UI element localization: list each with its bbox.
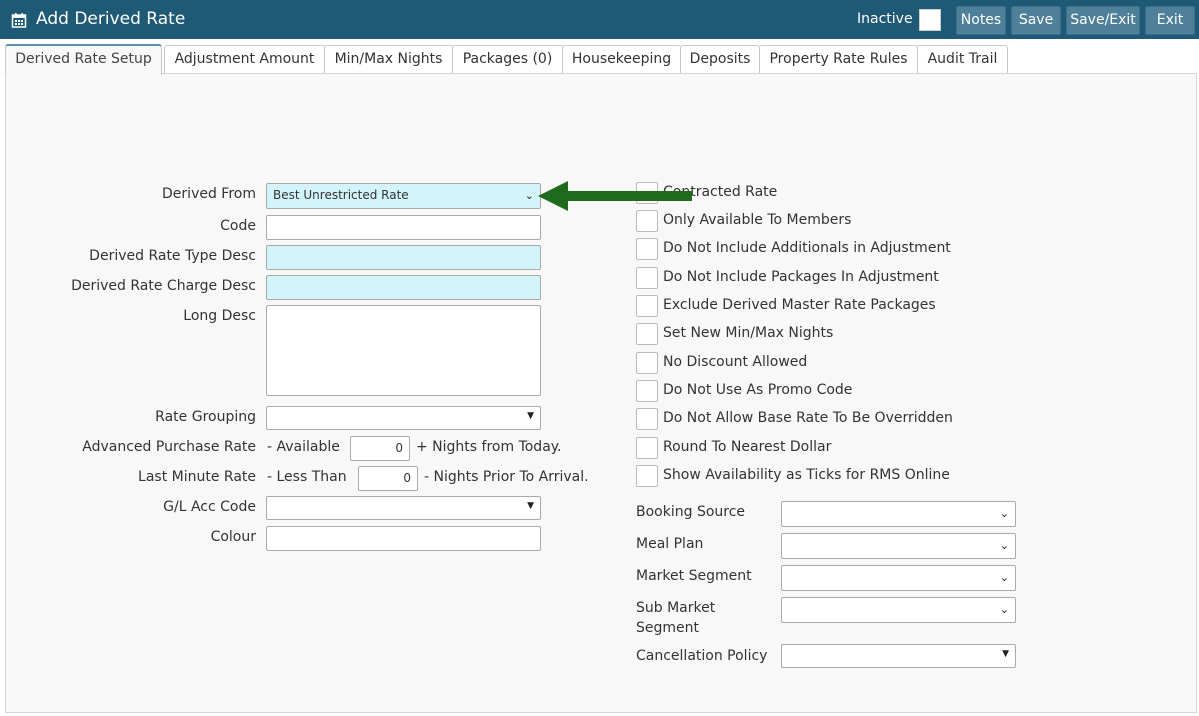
advanced-purchase-input[interactable]: 0: [350, 436, 410, 461]
tab-min-max-nights[interactable]: Min/Max Nights: [324, 45, 453, 74]
long-desc-textarea[interactable]: [266, 305, 541, 396]
sub-market-segment-label-line2: Segment: [636, 620, 699, 636]
charge-desc-label: Derived Rate Charge Desc: [71, 278, 256, 294]
exclude-packages-label: Do Not Include Packages In Adjustment: [663, 269, 939, 285]
tab-packages[interactable]: Packages (0): [452, 45, 563, 74]
members-only-checkbox[interactable]: [636, 210, 658, 232]
gl-acc-code-select[interactable]: ▼: [266, 496, 541, 520]
save-button[interactable]: Save: [1011, 6, 1061, 35]
tab-property-rate-rules[interactable]: Property Rate Rules: [759, 45, 918, 74]
market-segment-label: Market Segment: [636, 568, 752, 584]
advanced-purchase-suffix: + Nights from Today.: [416, 439, 562, 455]
window-title: Add Derived Rate: [36, 9, 186, 29]
code-label: Code: [220, 218, 256, 234]
no-promo-code-checkbox[interactable]: [636, 380, 658, 402]
round-dollar-label: Round To Nearest Dollar: [663, 439, 832, 455]
rate-grouping-label: Rate Grouping: [155, 409, 256, 425]
code-input[interactable]: [266, 215, 541, 240]
colour-input[interactable]: [266, 526, 541, 551]
no-override-label: Do Not Allow Base Rate To Be Overridden: [663, 410, 953, 426]
set-min-max-label: Set New Min/Max Nights: [663, 325, 834, 341]
set-min-max-checkbox[interactable]: [636, 323, 658, 345]
triangle-down-icon: ▼: [527, 501, 534, 511]
last-minute-suffix: - Nights Prior To Arrival.: [424, 469, 589, 485]
inactive-label: Inactive: [857, 11, 913, 27]
title-bar: Add Derived Rate Inactive Notes Save Sav…: [0, 0, 1199, 39]
members-only-label: Only Available To Members: [663, 212, 852, 228]
no-override-checkbox[interactable]: [636, 408, 658, 430]
show-ticks-label: Show Availability as Ticks for RMS Onlin…: [663, 467, 950, 483]
chevron-down-icon: ⌄: [999, 539, 1009, 552]
last-minute-prefix: - Less Than: [267, 469, 347, 485]
triangle-down-icon: ▼: [1002, 649, 1009, 659]
meal-plan-select[interactable]: ⌄: [781, 533, 1016, 559]
advanced-purchase-prefix: - Available: [267, 439, 340, 455]
exclude-master-packages-checkbox[interactable]: [636, 295, 658, 317]
long-desc-label: Long Desc: [183, 308, 256, 324]
inactive-checkbox[interactable]: [919, 9, 941, 31]
charge-desc-input[interactable]: [266, 275, 541, 300]
tab-derived-rate-setup[interactable]: Derived Rate Setup: [5, 44, 162, 75]
advanced-purchase-label: Advanced Purchase Rate: [82, 439, 256, 455]
chevron-down-icon: ⌄: [524, 189, 534, 202]
round-dollar-checkbox[interactable]: [636, 437, 658, 459]
booking-source-select[interactable]: ⌄: [781, 501, 1016, 527]
meal-plan-label: Meal Plan: [636, 536, 704, 552]
chevron-down-icon: ⌄: [999, 603, 1009, 616]
chevron-down-icon: ⌄: [999, 571, 1009, 584]
tab-deposits[interactable]: Deposits: [680, 45, 760, 74]
gl-acc-code-label: G/L Acc Code: [163, 499, 256, 515]
sub-market-segment-select[interactable]: ⌄: [781, 597, 1016, 623]
show-ticks-checkbox[interactable]: [636, 465, 658, 487]
last-minute-label: Last Minute Rate: [138, 469, 256, 485]
triangle-down-icon: ▼: [527, 411, 534, 421]
derived-from-select[interactable]: Best Unrestricted Rate ⌄: [266, 183, 541, 209]
type-desc-label: Derived Rate Type Desc: [89, 248, 256, 264]
chevron-down-icon: ⌄: [999, 507, 1009, 520]
notes-button[interactable]: Notes: [956, 6, 1006, 35]
save-exit-button[interactable]: Save/Exit: [1066, 6, 1140, 35]
exclude-additionals-label: Do Not Include Additionals in Adjustment: [663, 240, 951, 256]
sub-market-segment-label-line1: Sub Market: [636, 600, 716, 616]
green-arrow-pointer: [538, 181, 692, 211]
booking-source-label: Booking Source: [636, 504, 746, 520]
exit-button[interactable]: Exit: [1145, 6, 1195, 35]
tab-adjustment-amount[interactable]: Adjustment Amount: [164, 45, 325, 74]
no-discount-checkbox[interactable]: [636, 352, 658, 374]
tab-audit-trail[interactable]: Audit Trail: [917, 45, 1008, 74]
cancellation-policy-select[interactable]: ▼: [781, 644, 1016, 668]
last-minute-input[interactable]: 0: [358, 466, 418, 491]
tab-bar: Derived Rate Setup Adjustment Amount Min…: [0, 44, 1199, 75]
no-promo-code-label: Do Not Use As Promo Code: [663, 382, 853, 398]
no-discount-label: No Discount Allowed: [663, 354, 808, 370]
exclude-master-packages-label: Exclude Derived Master Rate Packages: [663, 297, 936, 313]
exclude-additionals-checkbox[interactable]: [636, 238, 658, 260]
type-desc-input[interactable]: [266, 245, 541, 270]
calendar-icon: [11, 13, 27, 28]
tab-housekeeping[interactable]: Housekeeping: [562, 45, 681, 74]
content-panel: [5, 73, 1197, 713]
colour-label: Colour: [210, 529, 256, 545]
exclude-packages-checkbox[interactable]: [636, 267, 658, 289]
market-segment-select[interactable]: ⌄: [781, 565, 1016, 591]
derived-from-value: Best Unrestricted Rate: [273, 188, 409, 202]
rate-grouping-select[interactable]: ▼: [266, 406, 541, 430]
cancellation-policy-label: Cancellation Policy: [636, 648, 768, 664]
derived-from-label: Derived From: [162, 186, 256, 202]
